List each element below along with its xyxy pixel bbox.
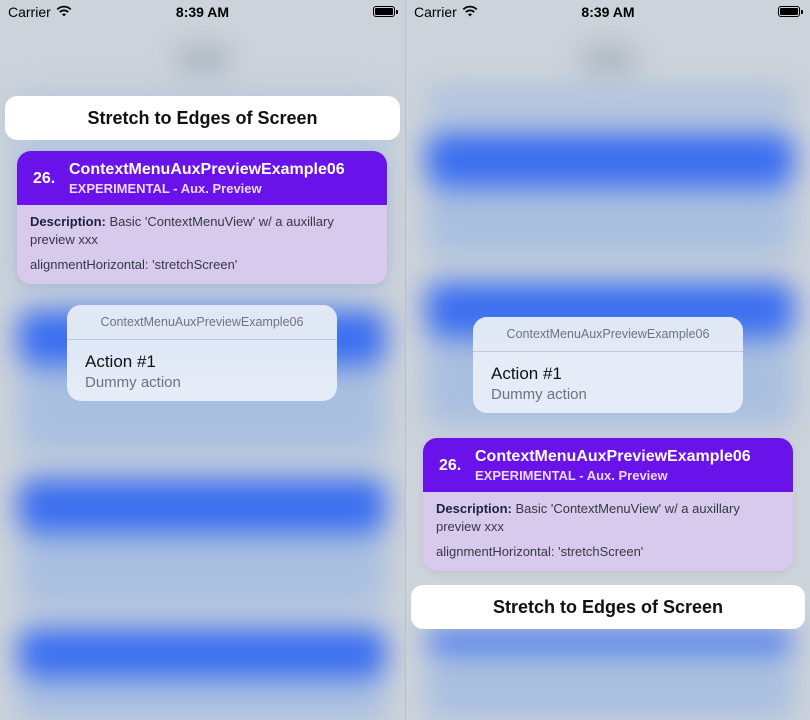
card-header: 26. ContextMenuAuxPreviewExample06 EXPER…: [423, 438, 793, 492]
preview-card[interactable]: 26. ContextMenuAuxPreviewExample06 EXPER…: [423, 438, 793, 571]
status-bar: Carrier 8:39 AM: [406, 0, 810, 24]
battery-icon: [778, 6, 800, 17]
context-menu-title: ContextMenuAuxPreviewExample06: [67, 305, 337, 340]
description-label: Description:: [30, 214, 106, 229]
status-time: 8:39 AM: [175, 4, 230, 20]
card-number: 26.: [33, 170, 56, 187]
status-time: 8:39 AM: [581, 4, 635, 20]
card-body: Description: Basic 'ContextMenuView' w/ …: [423, 492, 793, 571]
card-description: Description: Basic 'ContextMenuView' w/ …: [30, 213, 374, 248]
alignment-text: alignmentHorizontal: 'stretchScreen': [30, 257, 238, 273]
card-number: 26.: [439, 457, 462, 474]
card-subtitle: EXPERIMENTAL - Aux. Preview: [475, 468, 668, 483]
status-bar: Carrier 8:39 AM: [0, 0, 405, 24]
preview-card[interactable]: 26. ContextMenuAuxPreviewExample06 EXPER…: [17, 151, 387, 284]
stretch-button-label: Stretch to Edges of Screen: [87, 107, 318, 128]
description-label: Description:: [436, 501, 512, 516]
card-description: Description: Basic 'ContextMenuView' w/ …: [436, 500, 780, 535]
left-screen: Carrier 8:39 AM Stretch to Edges of Scre…: [0, 0, 405, 720]
menu-item-subtitle: Dummy action: [85, 374, 181, 391]
context-menu: ContextMenuAuxPreviewExample06 Action #1…: [67, 305, 337, 401]
right-screen: Carrier 8:39 AM ContextMenuAuxPreviewExa…: [405, 0, 810, 720]
stretch-button-label: Stretch to Edges of Screen: [492, 596, 724, 617]
card-subtitle: EXPERIMENTAL - Aux. Preview: [69, 181, 262, 196]
stretch-button[interactable]: Stretch to Edges of Screen: [5, 96, 400, 140]
menu-item-action-1[interactable]: Action #1 Dummy action: [67, 340, 337, 401]
alignment-text: alignmentHorizontal: 'stretchScreen': [436, 544, 644, 560]
card-body: Description: Basic 'ContextMenuView' w/ …: [17, 205, 387, 284]
menu-item-action-1[interactable]: Action #1 Dummy action: [473, 352, 743, 413]
card-title: ContextMenuAuxPreviewExample06: [475, 448, 751, 465]
card-title: ContextMenuAuxPreviewExample06: [69, 161, 345, 178]
context-menu: ContextMenuAuxPreviewExample06 Action #1…: [473, 317, 743, 413]
context-menu-title: ContextMenuAuxPreviewExample06: [473, 317, 743, 352]
menu-item-label: Action #1: [491, 364, 562, 383]
stretch-button[interactable]: Stretch to Edges of Screen: [411, 585, 805, 629]
card-header: 26. ContextMenuAuxPreviewExample06 EXPER…: [17, 151, 387, 205]
menu-item-subtitle: Dummy action: [491, 386, 587, 403]
menu-item-label: Action #1: [85, 352, 156, 371]
battery-icon: [373, 6, 395, 17]
